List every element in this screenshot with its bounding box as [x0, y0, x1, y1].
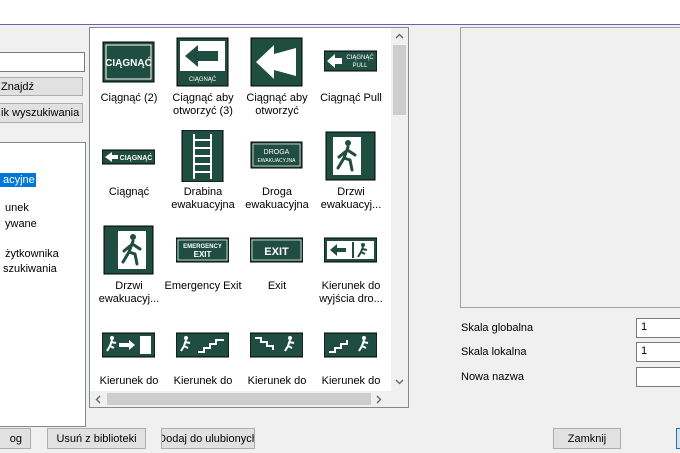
- gallery-item-label: Ciągnąć aby otworzyć: [246, 92, 308, 117]
- gallery-item[interactable]: Kierunek do: [90, 311, 168, 403]
- gallery-item[interactable]: EMERGENCY EXIT Emergency Exit: [164, 216, 242, 308]
- remove-from-library-button[interactable]: Usuń z biblioteki: [47, 428, 146, 449]
- running-man-stairs-sign-icon: [176, 332, 229, 358]
- gallery-item[interactable]: Kierunek do: [164, 311, 242, 403]
- gallery-item-label: Drzwi ewakuacyj...: [98, 280, 160, 305]
- svg-text:EWAKUACYJNA: EWAKUACYJNA: [258, 158, 297, 164]
- scale-local-label: Skala lokalna: [461, 346, 527, 358]
- scale-global-input[interactable]: 1: [636, 318, 680, 338]
- sign-text: CIĄGNĄĆ: [189, 76, 217, 83]
- add-to-favorites-button[interactable]: Dodaj do ulubionych: [161, 428, 255, 449]
- exit-door-sign-icon: [103, 225, 154, 275]
- new-name-label: Nowa nazwa: [461, 371, 524, 383]
- preview-pane: [460, 27, 680, 308]
- gallery-item[interactable]: Drzwi ewakuacyj...: [90, 216, 168, 308]
- text-sign-icon: EXIT: [250, 237, 303, 263]
- gallery-item[interactable]: Drabina ewakuacyjna: [164, 122, 242, 214]
- svg-text:CIĄGNĄĆ: CIĄGNĄĆ: [120, 153, 153, 162]
- ok-button[interactable]: [676, 428, 680, 449]
- tree-item[interactable]: ywane: [0, 218, 37, 230]
- gallery-item-label: Ciągnąć: [108, 186, 150, 198]
- gallery-item-label: Emergency Exit: [164, 280, 242, 292]
- gallery-item-label: Kierunek do wyjścia dro...: [319, 280, 383, 305]
- scale-local-input[interactable]: 1: [636, 342, 680, 362]
- arrow-left-sign-icon: CIĄGNĄĆ: [176, 37, 229, 87]
- exit-door-sign-icon: [325, 131, 376, 181]
- ladder-sign-icon: [181, 130, 224, 182]
- symbol-gallery[interactable]: CIĄGNĄĆ Ciągnąć (2) CIĄGNĄĆ Ciągnąć aby …: [89, 27, 409, 408]
- gallery-item-label: Kierunek do: [173, 375, 233, 387]
- gallery-item-label: Exit: [267, 280, 287, 292]
- text-sign-icon: EMERGENCY EXIT: [176, 237, 229, 263]
- gallery-item-label: Ciągnąć Pull: [320, 92, 382, 104]
- scroll-right-icon[interactable]: [376, 395, 382, 404]
- category-tree[interactable]: acyjne unek ywane żytkownika szukiwania: [0, 142, 86, 427]
- gallery-item[interactable]: Kierunek do wyjścia dro...: [312, 216, 390, 308]
- gallery-item[interactable]: Kierunek do: [312, 311, 390, 403]
- gallery-item-label: Kierunek do: [247, 375, 307, 387]
- gallery-item[interactable]: Kierunek do: [238, 311, 316, 403]
- new-name-input[interactable]: [636, 367, 680, 387]
- gallery-item-label: Droga ewakuacyjna: [245, 186, 309, 211]
- svg-text:PULL: PULL: [352, 63, 368, 69]
- tree-item-selected[interactable]: acyjne: [0, 173, 36, 187]
- search-input[interactable]: [0, 52, 85, 72]
- search-results-button[interactable]: ik wyszukiwania: [0, 103, 83, 123]
- scroll-up-icon[interactable]: [395, 33, 404, 39]
- gallery-item-label: Drabina ewakuacyjna: [171, 186, 235, 211]
- horizontal-scrollbar[interactable]: [90, 391, 408, 407]
- svg-text:EXIT: EXIT: [194, 250, 212, 259]
- running-man-stairs-sign-icon: [324, 332, 377, 358]
- gallery-item-label: Ciągnąć aby otworzyć (3): [172, 92, 234, 117]
- text-sign-icon: DROGA EWAKUACYJNA: [250, 141, 303, 169]
- sign-text: EXIT: [264, 246, 289, 258]
- gallery-item-label: Ciągnąć (2): [100, 92, 158, 104]
- arrow-pull-sign-icon: CIĄGNĄĆ PULL: [324, 50, 377, 72]
- close-button[interactable]: Zamknij: [553, 428, 621, 449]
- scroll-thumb[interactable]: [393, 45, 406, 115]
- tree-item[interactable]: żytkownika: [0, 248, 59, 260]
- gallery-item[interactable]: CIĄGNĄĆ Ciągnąć aby otworzyć (3): [164, 28, 242, 120]
- arrow-left-sign-icon: [250, 37, 303, 87]
- scroll-thumb[interactable]: [107, 393, 371, 405]
- scale-global-label: Skala globalna: [461, 322, 534, 334]
- catalog-button[interactable]: og: [0, 428, 31, 449]
- gallery-item-label: Kierunek do: [99, 375, 159, 387]
- sign-text: CIĄGNĄĆ: [105, 56, 152, 69]
- svg-text:CIĄGNĄĆ: CIĄGNĄĆ: [346, 54, 374, 61]
- gallery-item[interactable]: Ciągnąć aby otworzyć: [238, 28, 316, 120]
- direction-exit-sign-icon: [324, 237, 377, 263]
- scroll-down-icon[interactable]: [395, 379, 404, 385]
- gallery-item-label: Drzwi ewakuacyj...: [320, 186, 382, 211]
- gallery-item[interactable]: EXIT Exit: [238, 216, 316, 308]
- gallery-item[interactable]: CIĄGNĄĆ PULL Ciągnąć Pull: [312, 28, 390, 120]
- gallery-item[interactable]: CIĄGNĄĆ Ciągnąć (2): [90, 28, 168, 120]
- svg-text:DROGA: DROGA: [264, 149, 290, 156]
- vertical-scrollbar[interactable]: [391, 28, 408, 392]
- gallery-item-label: Kierunek do: [321, 375, 381, 387]
- arrow-text-sign-icon: CIĄGNĄĆ: [102, 149, 155, 165]
- gallery-item[interactable]: Drzwi ewakuacyj...: [312, 122, 390, 214]
- scroll-left-icon[interactable]: [95, 395, 101, 404]
- tree-item[interactable]: unek: [0, 202, 29, 214]
- text-sign-icon: CIĄGNĄĆ: [102, 41, 155, 83]
- window-titlebar: [0, 0, 680, 25]
- gallery-item[interactable]: CIĄGNĄĆ Ciągnąć: [90, 122, 168, 214]
- running-man-stairs-sign-icon: [250, 332, 303, 358]
- running-man-arrow-sign-icon: [102, 332, 155, 358]
- gallery-item[interactable]: DROGA EWAKUACYJNA Droga ewakuacyjna: [238, 122, 316, 214]
- tree-item[interactable]: szukiwania: [0, 263, 57, 275]
- search-button[interactable]: Znajdź: [0, 77, 83, 96]
